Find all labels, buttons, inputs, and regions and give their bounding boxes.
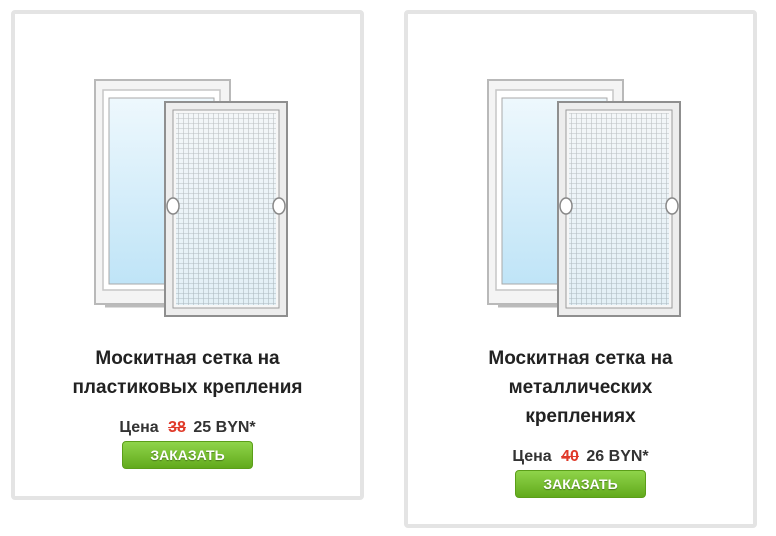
new-price: 25 BYN*	[193, 419, 256, 436]
new-price: 26 BYN*	[586, 448, 649, 465]
product-card: Москитная сетка на металлических креплен…	[404, 10, 757, 528]
price-label: Цена	[512, 448, 552, 465]
product-title[interactable]: Москитная сетка на пластиковых крепления	[35, 344, 340, 402]
old-price: 38	[168, 419, 186, 436]
order-button[interactable]: ЗАКАЗАТЬ	[515, 470, 646, 498]
price-label: Цена	[119, 419, 159, 436]
product-title-line: креплениях	[525, 406, 636, 427]
product-title[interactable]: Москитная сетка на металлических креплен…	[428, 344, 733, 431]
price-line: Цена 40 26 BYN*	[408, 448, 753, 466]
product-card: Москитная сетка на пластиковых крепления…	[11, 10, 364, 500]
product-title-line: Москитная сетка на	[95, 348, 280, 369]
product-title-line: пластиковых крепления	[72, 377, 303, 398]
window-with-mosquito-net-icon[interactable]	[486, 78, 682, 318]
product-title-line: Москитная сетка на	[488, 348, 673, 369]
window-with-mosquito-net-icon[interactable]	[93, 78, 289, 318]
old-price: 40	[561, 448, 579, 465]
order-button[interactable]: ЗАКАЗАТЬ	[122, 441, 253, 469]
product-title-line: металлических	[508, 377, 653, 398]
price-line: Цена 38 25 BYN*	[15, 419, 360, 437]
